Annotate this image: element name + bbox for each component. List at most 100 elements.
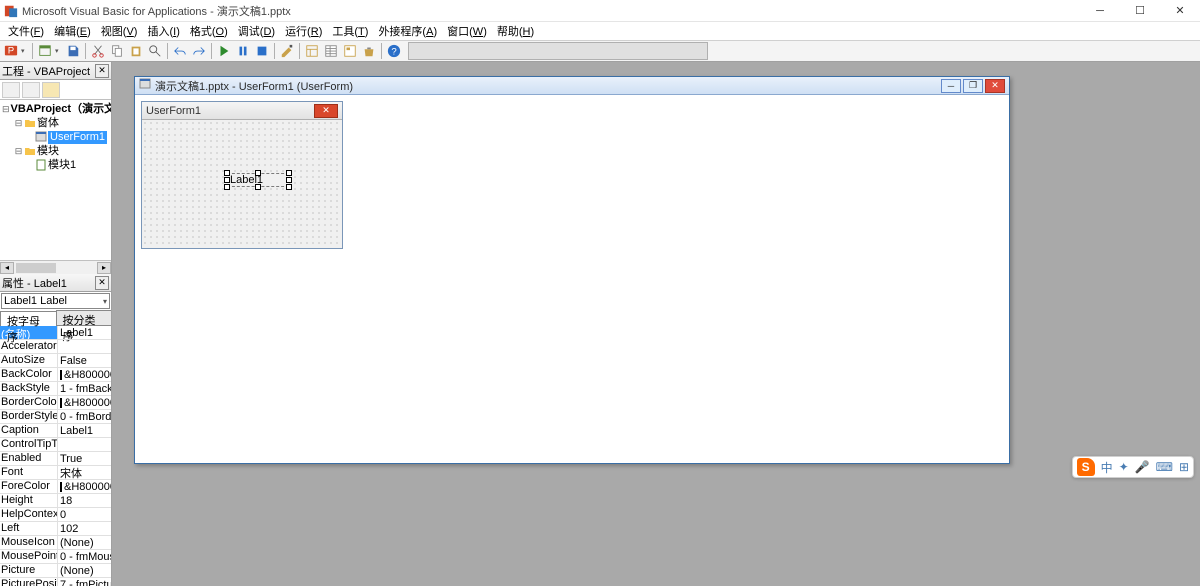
property-row[interactable]: ForeColor&H80000012& [0,480,111,494]
property-row[interactable]: AutoSizeFalse [0,354,111,368]
toggle-folders-icon[interactable] [42,82,60,98]
menu-h[interactable]: 帮助(H) [493,22,538,40]
property-value[interactable]: (None) [58,564,111,577]
property-row[interactable]: MousePointer0 - fmMousePo [0,550,111,564]
property-value[interactable] [58,340,111,353]
properties-grid[interactable]: (名称)Label1AcceleratorAutoSizeFalseBackCo… [0,326,111,586]
properties-object-selector[interactable]: Label1 Label ▾ [1,293,110,309]
menu-e[interactable]: 编辑(E) [50,22,95,40]
find-icon[interactable] [146,42,164,60]
insert-userform-icon[interactable] [36,42,54,60]
tree-modules-folder[interactable]: 模块 [37,145,59,158]
label1-selection[interactable]: Label1 [224,170,292,190]
menu-r[interactable]: 运行(R) [281,22,326,40]
property-value[interactable]: 1 - fmBackSty [58,382,111,395]
resize-handle[interactable] [255,184,261,190]
property-value[interactable]: True [58,452,111,465]
property-value[interactable]: &H80000012& [58,480,111,493]
child-close-button[interactable]: ✕ [985,79,1005,93]
project-panel-close-button[interactable]: ✕ [95,64,109,78]
resize-handle[interactable] [286,184,292,190]
undo-icon[interactable] [171,42,189,60]
property-row[interactable]: HelpContextID0 [0,508,111,522]
project-tree[interactable]: ⊟VBAProject（演示文稿 ⊟窗体 UserForm1 ⊟模块 模块1 [0,100,111,260]
ime-toolbar[interactable]: S 中 ✦ 🎤 ⌨ ⊞ [1072,456,1194,478]
tree-root[interactable]: VBAProject（演示文稿 [11,103,111,116]
child-minimize-button[interactable]: ─ [941,79,961,93]
property-row[interactable]: BackStyle1 - fmBackSty [0,382,111,396]
save-icon[interactable] [64,42,82,60]
design-mode-icon[interactable] [278,42,296,60]
child-restore-button[interactable]: ❐ [963,79,983,93]
menu-o[interactable]: 格式(O) [186,22,232,40]
property-row[interactable]: PicturePositio7 - fmPicture [0,578,111,586]
menu-w[interactable]: 窗口(W) [443,22,491,40]
redo-icon[interactable] [190,42,208,60]
property-row[interactable]: Left102 [0,522,111,536]
menu-a[interactable]: 外接程序(A) [374,22,441,40]
ime-lang-button[interactable]: 中 [1101,459,1113,476]
paste-icon[interactable] [127,42,145,60]
cut-icon[interactable] [89,42,107,60]
dropdown-arrow-icon[interactable]: ▾ [55,47,63,55]
project-hscrollbar[interactable]: ◂▸ [0,260,111,274]
window-close-button[interactable]: ✕ [1160,0,1200,22]
resize-handle[interactable] [286,177,292,183]
property-value[interactable]: False [58,354,111,367]
ime-voice-button[interactable]: 🎤 [1135,460,1150,474]
property-row[interactable]: EnabledTrue [0,452,111,466]
property-value[interactable]: Label1 [58,424,111,437]
userform-canvas[interactable]: UserForm1 ✕ Label1 [141,101,343,249]
property-row[interactable]: MouseIcon(None) [0,536,111,550]
property-row[interactable]: BorderStyle0 - fmBorderS [0,410,111,424]
property-value[interactable]: 0 - fmMousePo [58,550,111,563]
ime-logo-icon[interactable]: S [1077,458,1095,476]
view-powerpoint-icon[interactable]: P [2,42,20,60]
properties-panel-close-button[interactable]: ✕ [95,276,109,290]
object-browser-icon[interactable] [341,42,359,60]
resize-handle[interactable] [224,177,230,183]
property-row[interactable]: ControlTipText [0,438,111,452]
property-value[interactable]: &H8000000F& [58,368,111,381]
reset-icon[interactable] [253,42,271,60]
run-icon[interactable] [215,42,233,60]
tab-alphabetic[interactable]: 按字母序 [0,311,57,326]
property-value[interactable]: (None) [58,536,111,549]
project-explorer-icon[interactable] [303,42,321,60]
property-value[interactable] [58,438,111,451]
menu-f[interactable]: 文件(F) [4,22,48,40]
tree-userform1[interactable]: UserForm1 [48,131,107,144]
window-minimize-button[interactable]: ─ [1080,0,1120,22]
property-value[interactable]: 0 - fmBorderS [58,410,111,423]
property-row[interactable]: BackColor&H8000000F& [0,368,111,382]
property-row[interactable]: BorderColor&H80000006& [0,396,111,410]
window-maximize-button[interactable]: ☐ [1120,0,1160,22]
resize-handle[interactable] [224,184,230,190]
ime-punct-button[interactable]: ✦ [1119,460,1129,474]
copy-icon[interactable] [108,42,126,60]
tree-forms-folder[interactable]: 窗体 [37,117,59,130]
ime-menu-button[interactable]: ⊞ [1179,460,1189,474]
property-value[interactable]: 102 [58,522,111,535]
designer-titlebar[interactable]: 演示文稿1.pptx - UserForm1 (UserForm) ─ ❐ ✕ [135,77,1009,95]
break-icon[interactable] [234,42,252,60]
property-row[interactable]: Picture(None) [0,564,111,578]
toolbox-icon[interactable] [360,42,378,60]
property-value[interactable]: Label1 [58,326,111,339]
property-row[interactable]: CaptionLabel1 [0,424,111,438]
property-value[interactable]: 7 - fmPicture [58,578,111,586]
help-icon[interactable]: ? [385,42,403,60]
menu-t[interactable]: 工具(T) [328,22,372,40]
property-value[interactable]: 宋体 [58,466,111,479]
tab-categorized[interactable]: 按分类序 [56,310,112,325]
property-value[interactable]: 0 [58,508,111,521]
view-object-icon[interactable] [22,82,40,98]
dropdown-arrow-icon[interactable]: ▾ [21,47,29,55]
menu-i[interactable]: 插入(I) [143,22,183,40]
property-value[interactable]: &H80000006& [58,396,111,409]
resize-handle[interactable] [255,170,261,176]
view-code-icon[interactable] [2,82,20,98]
resize-handle[interactable] [224,170,230,176]
menu-d[interactable]: 调试(D) [234,22,279,40]
property-row[interactable]: Height18 [0,494,111,508]
